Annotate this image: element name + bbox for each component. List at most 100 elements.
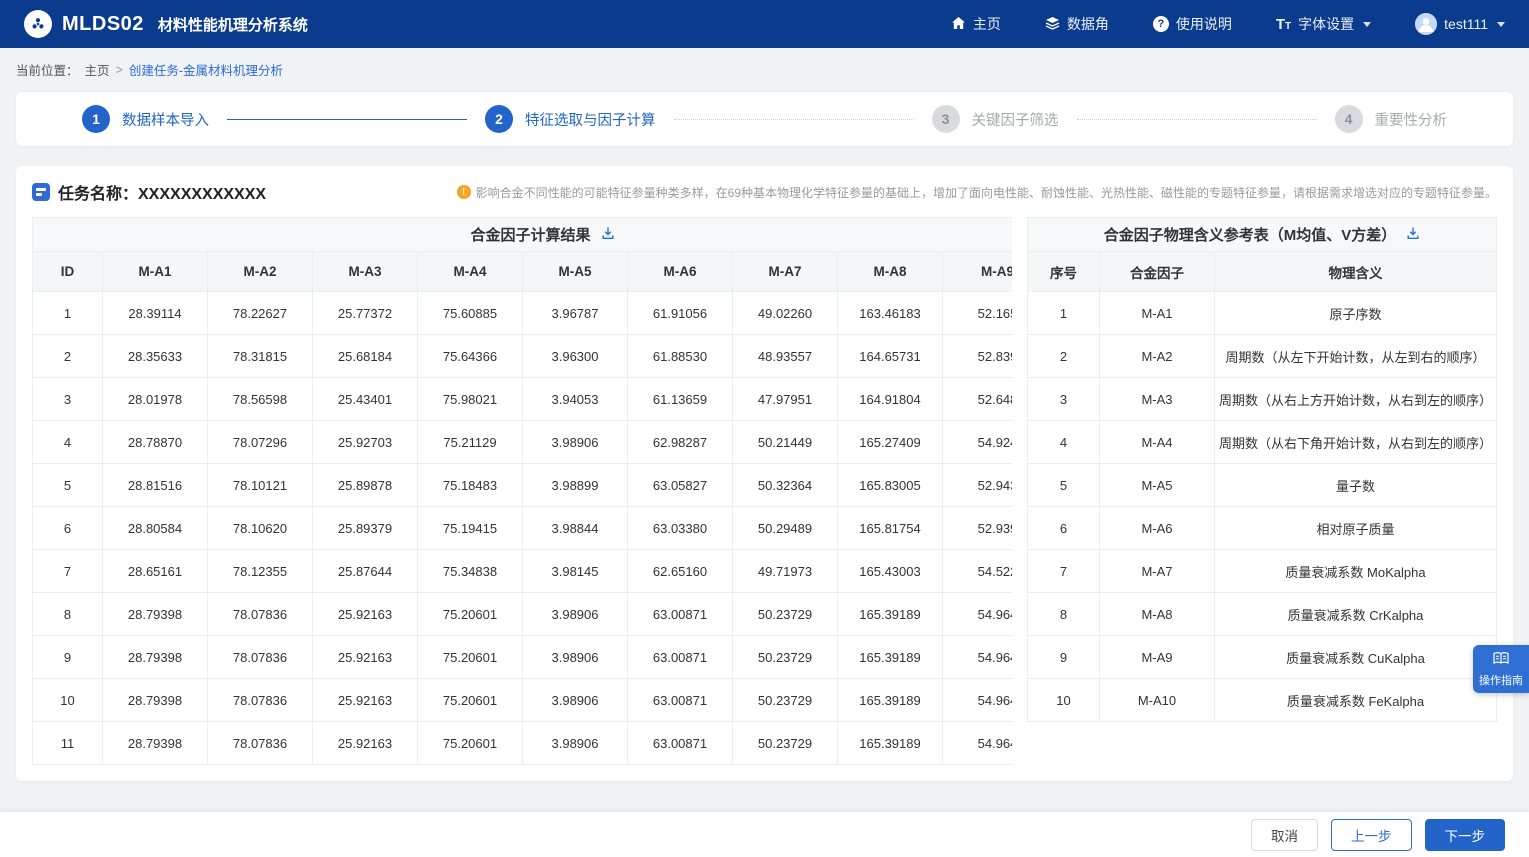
table-cell: 49.02260	[733, 292, 838, 335]
nav-item-help[interactable]: 使用说明	[1153, 14, 1232, 34]
table-cell: 78.31815	[208, 335, 313, 378]
table-cell: 75.21129	[418, 421, 523, 464]
reference-table-header-row: 序号合金因子物理含义	[1027, 252, 1496, 292]
table-cell: 75.20601	[418, 593, 523, 636]
book-icon	[1492, 651, 1510, 669]
app-logo-icon	[24, 10, 52, 38]
task-title: 任务名称：XXXXXXXXXXXX	[58, 180, 266, 204]
operation-guide-button[interactable]: 操作指南	[1473, 645, 1529, 693]
table-cell: 8	[33, 593, 103, 636]
table-cell: 25.92163	[313, 722, 418, 765]
result-table-title: 合金因子计算结果	[471, 224, 591, 245]
breadcrumb-current[interactable]: 创建任务-金属材料机理分析	[129, 60, 283, 79]
nav-item-label: 字体设置	[1298, 14, 1354, 34]
table-row: 828.7939878.0783625.9216375.206013.98906…	[33, 593, 1012, 636]
column-header: M-A6	[628, 252, 733, 292]
table-cell: 8	[1027, 593, 1099, 636]
step-number: 2	[485, 105, 513, 133]
table-row: 628.8058478.1062025.8937975.194153.98844…	[33, 507, 1012, 550]
table-cell: 28.35633	[103, 335, 208, 378]
table-cell: 54.924	[943, 421, 1012, 464]
table-cell: 78.07836	[208, 636, 313, 679]
column-header: M-A4	[418, 252, 523, 292]
notice-text: 影响合金不同性能的可能特征参量种类多样，在69种基本物理化学特征参量的基础上，增…	[476, 184, 1497, 201]
step-label: 重要性分析	[1375, 109, 1448, 130]
table-cell: M-A1	[1099, 292, 1214, 335]
table-cell: 62.98287	[628, 421, 733, 464]
download-icon[interactable]	[601, 226, 615, 244]
table-cell: 54.522	[943, 550, 1012, 593]
factor-reference-table: 合金因子物理含义参考表（M均值、V方差） 序号合金因子物理含义 1M-A1原子序…	[1027, 217, 1497, 722]
app-name: 材料性能机理分析系统	[158, 14, 308, 35]
breadcrumb-home[interactable]: 主页	[85, 60, 110, 79]
main-content-card: 任务名称：XXXXXXXXXXXX 影响合金不同性能的可能特征参量种类多样，在6…	[16, 166, 1513, 781]
table-cell: 3.98899	[523, 464, 628, 507]
column-header: ID	[33, 252, 103, 292]
breadcrumb-separator: >	[116, 63, 123, 77]
table-cell: 25.87644	[313, 550, 418, 593]
table-cell: 165.81754	[838, 507, 943, 550]
table-row: 528.8151678.1012125.8987875.184833.98899…	[33, 464, 1012, 507]
cancel-button[interactable]: 取消	[1251, 819, 1318, 851]
table-cell: M-A8	[1099, 593, 1214, 636]
table-cell: 25.43401	[313, 378, 418, 421]
table-cell: 49.71973	[733, 550, 838, 593]
nav-item-home[interactable]: 主页	[951, 14, 1001, 34]
table-cell: 28.39114	[103, 292, 208, 335]
table-cell: 61.13659	[628, 378, 733, 421]
table-cell: 质量衰减系数 FeKalpha	[1214, 679, 1496, 722]
tables-area: 合金因子计算结果 IDM-A1M-A2M-A3M-A4M-A5M-A6M-	[32, 217, 1497, 765]
table-cell: 4	[33, 421, 103, 464]
table-cell: 63.05827	[628, 464, 733, 507]
table-cell: M-A3	[1099, 378, 1214, 421]
table-cell: 28.78870	[103, 421, 208, 464]
nav-item-font-settings[interactable]: 字体设置	[1276, 14, 1371, 34]
task-header-row: 任务名称：XXXXXXXXXXXX 影响合金不同性能的可能特征参量种类多样，在6…	[32, 180, 1497, 204]
chevron-down-icon	[1497, 22, 1505, 27]
table-cell: 3.98844	[523, 507, 628, 550]
table-cell: 165.39189	[838, 722, 943, 765]
download-icon[interactable]	[1406, 226, 1420, 244]
table-cell: 6	[1027, 507, 1099, 550]
table-cell: 78.07836	[208, 679, 313, 722]
table-cell: 75.98021	[418, 378, 523, 421]
table-cell: 3.96787	[523, 292, 628, 335]
table-cell: 63.00871	[628, 593, 733, 636]
table-cell: 5	[33, 464, 103, 507]
table-cell: 164.65731	[838, 335, 943, 378]
table-cell: 75.18483	[418, 464, 523, 507]
prev-step-button[interactable]: 上一步	[1331, 819, 1412, 851]
user-avatar	[1415, 13, 1437, 35]
table-cell: 165.39189	[838, 636, 943, 679]
column-header: 物理含义	[1214, 252, 1496, 292]
breadcrumb-prefix: 当前位置：	[16, 60, 79, 79]
table-cell: 75.20601	[418, 722, 523, 765]
table-cell: 50.32364	[733, 464, 838, 507]
reference-table-title: 合金因子物理含义参考表（M均值、V方差）	[1104, 224, 1397, 245]
column-header: M-A3	[313, 252, 418, 292]
factor-result-table-container[interactable]: 合金因子计算结果 IDM-A1M-A2M-A3M-A4M-A5M-A6M-	[32, 217, 1012, 765]
nav-item-data-corner[interactable]: 数据角	[1045, 14, 1109, 34]
table-cell: 原子序数	[1214, 292, 1496, 335]
nav-item-user[interactable]: test111	[1415, 13, 1505, 35]
step-4-importance-analysis: 4 重要性分析	[1335, 105, 1448, 133]
table-cell: 78.12355	[208, 550, 313, 593]
table-cell: M-A9	[1099, 636, 1214, 679]
username-label: test111	[1444, 16, 1488, 32]
nav-item-label: 主页	[973, 14, 1001, 34]
table-cell: 75.19415	[418, 507, 523, 550]
table-cell: 25.92163	[313, 679, 418, 722]
table-cell: 63.00871	[628, 722, 733, 765]
table-cell: 量子数	[1214, 464, 1496, 507]
next-step-button[interactable]: 下一步	[1425, 819, 1506, 851]
table-cell: 质量衰减系数 MoKalpha	[1214, 550, 1496, 593]
table-cell: 164.91804	[838, 378, 943, 421]
column-header: M-A2	[208, 252, 313, 292]
layers-icon	[1045, 16, 1060, 33]
table-cell: 28.80584	[103, 507, 208, 550]
guide-label: 操作指南	[1479, 672, 1523, 688]
table-cell: 52.648	[943, 378, 1012, 421]
table-cell: 9	[33, 636, 103, 679]
table-cell: 48.93557	[733, 335, 838, 378]
table-cell: 10	[33, 679, 103, 722]
